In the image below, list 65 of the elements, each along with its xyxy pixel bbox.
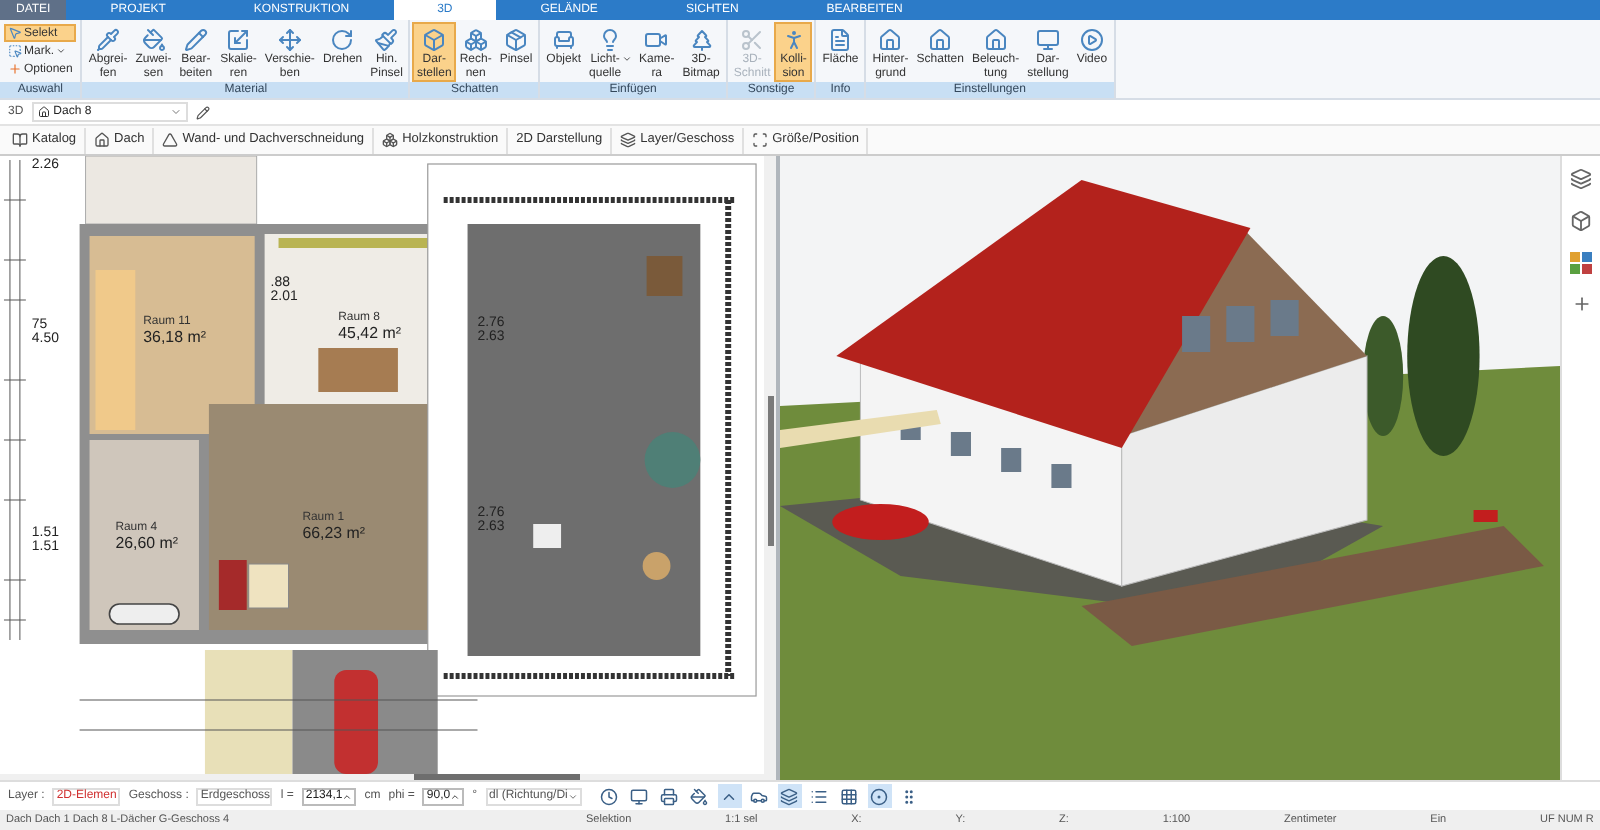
room-area: 66,23 m² (302, 523, 366, 542)
house-icon (878, 28, 903, 52)
pencil-icon (183, 28, 208, 52)
frame-icon (752, 132, 769, 148)
view-toggle[interactable] (837, 784, 862, 808)
scrollbar-thumb[interactable] (767, 396, 773, 546)
cube-icon[interactable] (1570, 210, 1592, 232)
view-toggle[interactable] (687, 784, 712, 808)
house-icon (94, 132, 111, 148)
room-area: 36,18 m² (143, 327, 206, 346)
caret-icon (169, 106, 182, 118)
grip-icon (900, 787, 919, 805)
cubes-icon (382, 132, 399, 148)
view-toggle[interactable] (657, 784, 682, 808)
armchair-icon (551, 28, 576, 52)
tree-icon (689, 28, 714, 52)
monitor-icon (1035, 28, 1060, 52)
pointer-icon (8, 26, 22, 40)
person-icon (781, 28, 806, 52)
scissors-icon (740, 28, 765, 52)
car-icon (750, 787, 769, 805)
rotate-icon (330, 28, 355, 52)
view-toggle[interactable] (777, 784, 802, 808)
document-icon (828, 28, 853, 52)
view-toggle[interactable] (717, 784, 742, 808)
lightbulb-icon (598, 28, 623, 52)
package-icon (504, 28, 528, 52)
room-area: 45,42 m² (338, 323, 401, 342)
color-grid-icon[interactable] (1570, 252, 1592, 274)
pencil-icon[interactable] (195, 105, 210, 119)
caret-icon (567, 791, 578, 801)
brush-icon (374, 28, 399, 52)
cubes-icon (463, 28, 488, 52)
marquee-icon (8, 44, 22, 58)
target-icon (870, 787, 889, 805)
scrollbar-thumb[interactable] (414, 774, 580, 780)
house-icon (983, 28, 1008, 52)
room-area: 26,60 m² (115, 533, 179, 552)
view-toggle[interactable] (597, 784, 622, 808)
scale-icon (226, 28, 251, 52)
pipette-icon (96, 28, 121, 52)
plus-icon (8, 62, 22, 76)
list-icon (810, 787, 829, 805)
layers-icon (620, 132, 637, 148)
house-icon (37, 106, 50, 118)
paint-bucket-icon (141, 28, 166, 52)
play-icon (1079, 28, 1104, 52)
view-toggle[interactable] (867, 784, 892, 808)
camera-icon (644, 28, 669, 52)
stepper-icon (342, 791, 353, 801)
book-icon (12, 132, 28, 148)
plus-icon[interactable] (1571, 294, 1591, 314)
view-toggle[interactable] (627, 784, 652, 808)
clock-icon (600, 787, 619, 805)
monitor-icon (630, 787, 649, 805)
stepper-icon (450, 791, 461, 801)
cube-icon (422, 28, 447, 52)
layers-icon (780, 787, 799, 805)
paint-bucket-icon (690, 787, 709, 805)
layers-icon[interactable] (1570, 168, 1592, 190)
triangle-icon (162, 132, 179, 148)
grid-icon (840, 787, 859, 805)
house-icon (928, 28, 953, 52)
move-icon (277, 28, 302, 52)
printer-icon (660, 787, 679, 805)
